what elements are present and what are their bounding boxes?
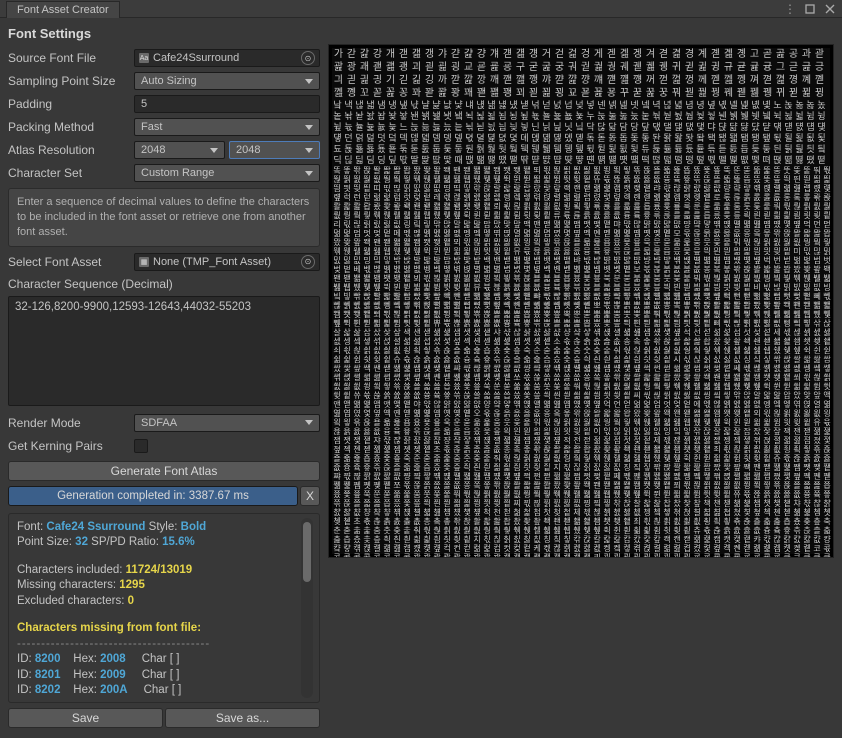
select-font-asset-label: Select Font Asset xyxy=(8,255,128,269)
render-mode-dropdown[interactable]: SDFAA xyxy=(134,414,320,432)
maximize-icon[interactable] xyxy=(804,3,816,15)
sampling-dropdown[interactable]: Auto Sizing xyxy=(134,72,320,90)
packing-label: Packing Method xyxy=(8,120,128,134)
select-font-asset-value: None (TMP_Font Asset) xyxy=(153,256,271,268)
source-font-label: Source Font File xyxy=(8,51,128,65)
help-text: Enter a sequence of decimal values to de… xyxy=(8,188,320,247)
progress-text: Generation completed in: 3387.67 ms xyxy=(9,487,297,505)
chevron-down-icon xyxy=(305,79,313,84)
save-button[interactable]: Save xyxy=(8,708,163,728)
charset-label: Character Set xyxy=(8,166,128,180)
titlebar: Font Asset Creator ⋮ xyxy=(0,0,842,18)
close-icon[interactable] xyxy=(824,3,836,15)
kerning-label: Get Kerning Pairs xyxy=(8,439,128,453)
char-seq-textarea[interactable]: 32-126,8200-9900,12593-12643,44032-55203 xyxy=(8,296,320,406)
window-tab[interactable]: Font Asset Creator xyxy=(6,1,120,18)
output-scrollbar[interactable] xyxy=(301,518,313,698)
kerning-checkbox[interactable] xyxy=(134,439,148,453)
chevron-down-icon xyxy=(305,171,313,176)
packing-dropdown[interactable]: Fast xyxy=(134,118,320,136)
select-font-asset-field[interactable]: ▦ None (TMP_Font Asset) ⊙ xyxy=(134,253,320,271)
source-font-field[interactable]: Aa Cafe24Ssurround ⊙ xyxy=(134,49,320,67)
padding-input[interactable] xyxy=(134,95,320,113)
progress-bar: Generation completed in: 3387.67 ms xyxy=(8,486,298,506)
atlas-width-dropdown[interactable]: 2048 xyxy=(134,141,225,159)
chevron-down-icon xyxy=(305,420,313,425)
font-icon: Aa xyxy=(139,53,149,63)
object-picker-icon[interactable]: ⊙ xyxy=(301,255,315,269)
menu-icon[interactable]: ⋮ xyxy=(784,3,796,15)
chevron-down-icon xyxy=(210,148,218,153)
charset-dropdown[interactable]: Custom Range xyxy=(134,164,320,182)
render-mode-label: Render Mode xyxy=(8,416,128,430)
atlas-label: Atlas Resolution xyxy=(8,143,128,157)
save-as-button[interactable]: Save as... xyxy=(165,708,320,728)
char-seq-label: Character Sequence (Decimal) xyxy=(8,275,320,293)
chevron-down-icon xyxy=(305,125,313,130)
section-header: Font Settings xyxy=(8,24,320,45)
generate-button[interactable]: Generate Font Atlas xyxy=(8,461,320,481)
cancel-button[interactable]: X xyxy=(300,486,320,506)
source-font-value: Cafe24Ssurround xyxy=(153,52,239,64)
asset-icon: ▦ xyxy=(139,257,149,267)
output-log: Font: Cafe24 Ssurround Style: Bold Point… xyxy=(8,513,320,703)
sampling-label: Sampling Point Size xyxy=(8,74,128,88)
object-picker-icon[interactable]: ⊙ xyxy=(301,51,315,65)
padding-label: Padding xyxy=(8,97,128,111)
atlas-height-dropdown[interactable]: 2048 xyxy=(229,141,320,159)
atlas-preview: 가갇갎강개갣갪갱갸갿걆걍걔걛걢걩거걷걾겅게겓겚겡겨겯겶경계곋곒곙고곧곮공과괃괊광… xyxy=(328,44,834,558)
chevron-down-icon xyxy=(305,148,313,153)
